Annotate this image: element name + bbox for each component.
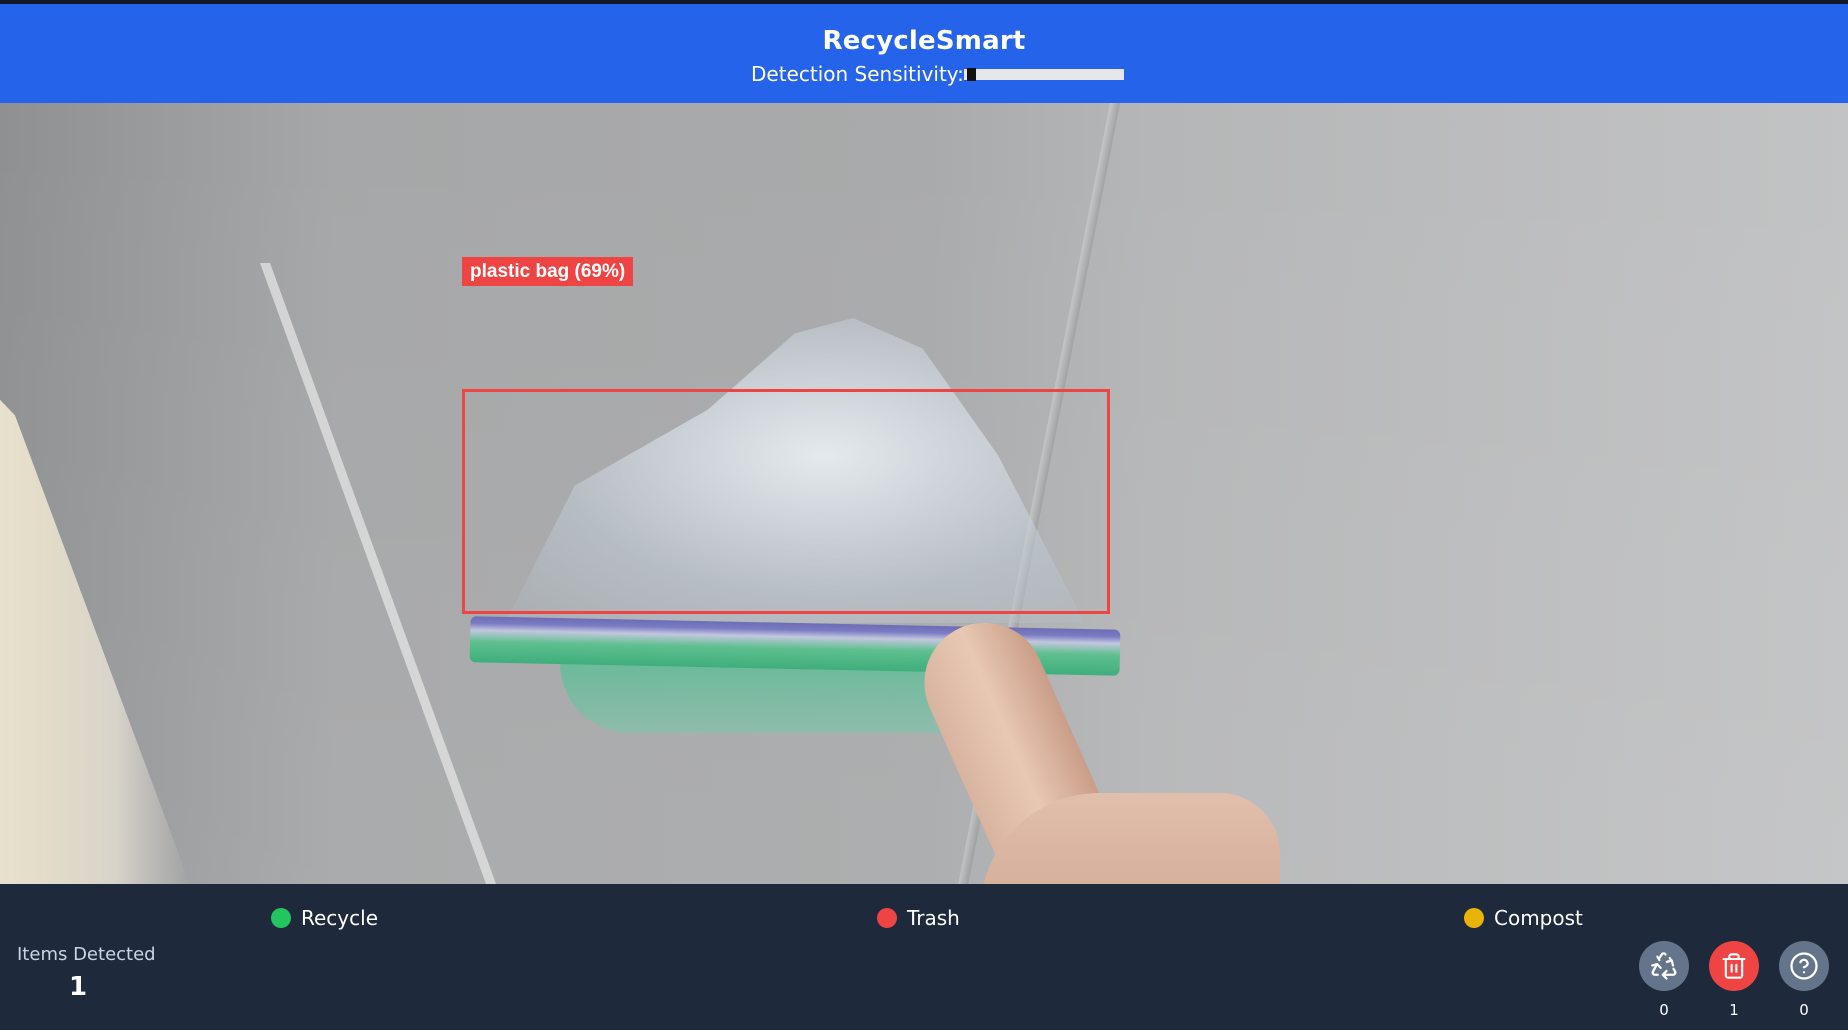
status-footer: Recycle Trash Compost Items Detected 1 0 [0, 884, 1848, 1030]
recycle-dot-icon [271, 908, 291, 928]
legend-trash-label: Trash [907, 906, 960, 930]
legend-trash: Trash [877, 906, 960, 930]
bin-recycle: 0 [1639, 941, 1689, 1019]
recycle-bin-count: 0 [1659, 1001, 1669, 1019]
legend-compost-label: Compost [1494, 906, 1583, 930]
trash-icon [1722, 953, 1746, 979]
sensitivity-slider-thumb[interactable] [966, 67, 976, 81]
trash-bin-count: 1 [1729, 1001, 1739, 1019]
sensitivity-control: Detection Sensitivity: [751, 60, 1124, 88]
bin-trash: 1 [1709, 941, 1759, 1019]
items-detected-label: Items Detected [17, 944, 156, 965]
trash-dot-icon [877, 908, 897, 928]
camera-feed [0, 103, 1848, 884]
unknown-bin-count: 0 [1799, 1001, 1809, 1019]
question-icon [1790, 952, 1818, 980]
sensitivity-slider[interactable] [963, 67, 1124, 81]
recycle-bin-button[interactable] [1639, 941, 1689, 991]
bin-unknown: 0 [1779, 941, 1829, 1019]
sensitivity-label: Detection Sensitivity: [751, 62, 964, 86]
detection-label: plastic bag (69%) [462, 257, 634, 286]
legend-recycle-label: Recycle [301, 906, 378, 930]
items-detected-count: 1 [69, 972, 88, 1002]
legend-compost: Compost [1464, 906, 1583, 930]
app-title: RecycleSmart [822, 26, 1026, 56]
recycle-icon [1651, 952, 1677, 980]
legend-recycle: Recycle [271, 906, 378, 930]
detection-bounding-box [462, 389, 1110, 614]
app-header: RecycleSmart Detection Sensitivity: [0, 4, 1848, 103]
compost-dot-icon [1464, 908, 1484, 928]
unknown-bin-button[interactable] [1779, 941, 1829, 991]
trash-bin-button[interactable] [1709, 941, 1759, 991]
